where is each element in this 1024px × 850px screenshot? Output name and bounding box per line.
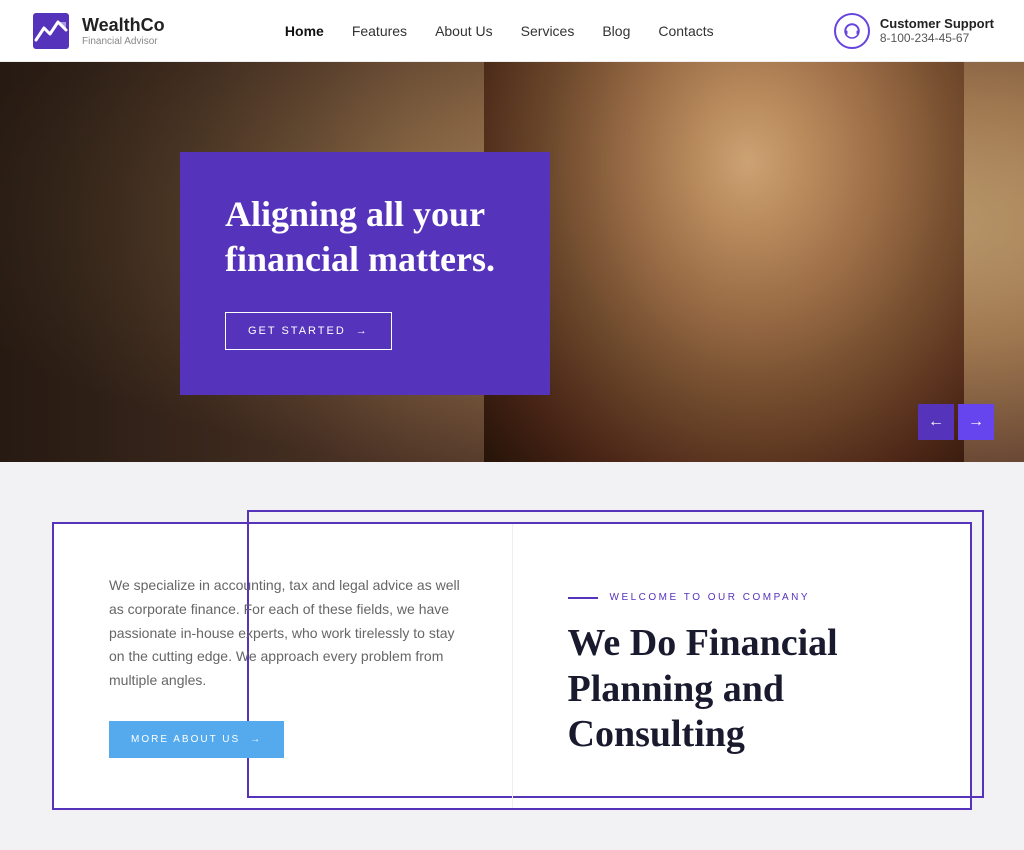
info-right-title: We Do Financial Planning and Consulting (568, 621, 921, 758)
slider-controls: ← → (918, 404, 994, 440)
slider-next-button[interactable]: → (958, 404, 994, 440)
slider-prev-button[interactable]: ← (918, 404, 954, 440)
support-text-block: Customer Support 8-100-234-45-67 (880, 16, 994, 45)
hero-title: Aligning all your financial matters. (225, 192, 505, 282)
info-left-panel: We specialize in accounting, tax and leg… (54, 524, 513, 808)
support-icon (834, 13, 870, 49)
logo-tagline: Financial Advisor (82, 36, 165, 47)
more-about-us-button[interactable]: MORE ABOUT US → (109, 721, 284, 758)
hero-cta-label: GET STARTED (248, 325, 346, 337)
below-hero-section: We specialize in accounting, tax and leg… (0, 462, 1024, 850)
header: WealthCo Financial Advisor Home Features… (0, 0, 1024, 62)
welcome-label-row: WELCOME TO OUR COMPANY (568, 592, 921, 603)
hero-section: Aligning all your financial matters. GET… (0, 62, 1024, 462)
nav-item-contacts[interactable]: Contacts (658, 23, 713, 39)
nav-item-features[interactable]: Features (352, 23, 407, 39)
more-btn-arrow: → (250, 734, 262, 745)
logo-area: WealthCo Financial Advisor (30, 10, 165, 52)
hero-cta-arrow: → (356, 325, 369, 337)
info-card: We specialize in accounting, tax and leg… (52, 522, 972, 810)
nav-item-services[interactable]: Services (521, 23, 575, 39)
support-label: Customer Support (880, 16, 994, 31)
hero-card: Aligning all your financial matters. GET… (180, 152, 550, 395)
logo-icon (30, 10, 72, 52)
logo-text-block: WealthCo Financial Advisor (82, 15, 165, 47)
welcome-text: WELCOME TO OUR COMPANY (610, 592, 811, 603)
info-right-panel: WELCOME TO OUR COMPANY We Do Financial P… (513, 524, 971, 808)
nav-item-blog[interactable]: Blog (602, 23, 630, 39)
main-nav: Home Features About Us Services Blog Con… (285, 23, 714, 39)
logo-name: WealthCo (82, 15, 165, 36)
prev-arrow-icon: ← (928, 413, 944, 431)
nav-item-home[interactable]: Home (285, 23, 324, 39)
hero-cta-button[interactable]: GET STARTED → (225, 312, 392, 350)
support-number: 8-100-234-45-67 (880, 31, 994, 45)
more-btn-label: MORE ABOUT US (131, 734, 240, 745)
next-arrow-icon: → (968, 413, 984, 431)
info-description: We specialize in accounting, tax and leg… (109, 574, 462, 693)
support-area: Customer Support 8-100-234-45-67 (834, 13, 994, 49)
welcome-line-decoration (568, 597, 598, 599)
headset-icon (842, 21, 862, 41)
nav-item-about[interactable]: About Us (435, 23, 493, 39)
